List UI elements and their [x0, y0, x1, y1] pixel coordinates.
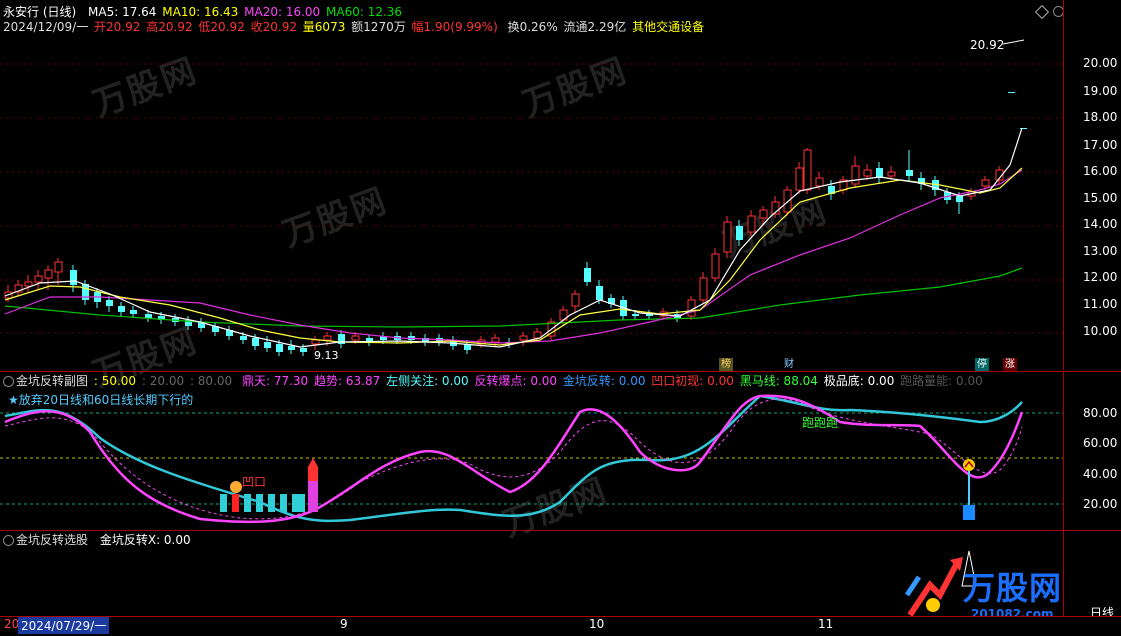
candle-body	[596, 286, 603, 300]
candle-body	[24, 281, 33, 287]
candle-body	[571, 293, 580, 307]
candle-body	[34, 275, 43, 283]
candle-body	[44, 269, 53, 279]
candle-body	[711, 253, 720, 279]
candle-body	[723, 221, 732, 253]
candle-body	[288, 346, 295, 350]
marker-bang[interactable]: 榜	[719, 358, 733, 372]
candle-body	[70, 270, 77, 285]
indicator1-tick: 80.00	[1083, 406, 1118, 420]
candle-body	[54, 261, 63, 273]
fanzhuan-bar-top	[308, 467, 318, 481]
bottom-time-axis	[0, 616, 1121, 636]
price-chart[interactable]	[0, 0, 1063, 370]
ma60-line	[4, 267, 1023, 328]
brand-name: 万股网	[963, 569, 1063, 607]
candle-body	[747, 215, 756, 233]
candle-body	[533, 331, 542, 339]
candle-body	[145, 314, 152, 318]
indicator1-chart[interactable]	[0, 372, 1063, 530]
candle-body	[252, 338, 259, 346]
jinkeng-bar	[963, 505, 975, 520]
price-tick: 14.00	[1083, 217, 1118, 231]
candle-body	[300, 348, 307, 352]
candle-body	[584, 268, 591, 282]
fanzhuan-bar	[308, 480, 318, 512]
zuoce-bar	[298, 494, 305, 512]
candle-body	[783, 189, 792, 213]
candle-body	[863, 169, 872, 177]
candle-body	[323, 335, 332, 341]
candle-body	[981, 179, 990, 187]
candle-body	[815, 177, 824, 187]
month-tick: 9	[340, 617, 348, 631]
zuoce-bar	[292, 494, 299, 512]
price-tick: 16.00	[1083, 164, 1118, 178]
candle-body	[118, 306, 125, 312]
paopao-label: 跑跑跑	[802, 416, 839, 430]
candle-body	[130, 310, 137, 314]
candle-body	[851, 165, 860, 185]
candle-body	[699, 277, 708, 301]
zuoce-bar	[280, 494, 287, 512]
indicator1-tick: 40.00	[1083, 467, 1118, 481]
up-arrow-icon	[308, 458, 318, 467]
price-tick: 12.00	[1083, 270, 1118, 284]
price-tick: 18.00	[1083, 110, 1118, 124]
indicator2-chart[interactable]	[0, 531, 1063, 616]
price-tick: 17.00	[1083, 138, 1118, 152]
indicator1-tick: 60.00	[1083, 436, 1118, 450]
price-tick: 10.00	[1083, 324, 1118, 338]
candle-body	[632, 314, 639, 316]
price-arrow	[1002, 39, 1025, 45]
start-date: 2024/07/29/一	[18, 617, 110, 634]
price-tick: 11.00	[1083, 297, 1118, 311]
candle-body	[1020, 128, 1027, 129]
candle-body	[1008, 92, 1015, 93]
ma20-line	[4, 169, 1023, 344]
price-tick: 19.00	[1083, 84, 1118, 98]
candle-body	[795, 167, 804, 191]
price-tick: 13.00	[1083, 244, 1118, 258]
aokou-label: 凹口	[242, 475, 267, 489]
candle-body	[803, 149, 812, 191]
aokou-icon	[230, 481, 242, 493]
axis-prefix: 20	[4, 617, 20, 631]
candle-body	[491, 337, 500, 343]
month-tick: 11	[818, 617, 834, 631]
candle-body	[519, 335, 528, 341]
candle-body	[106, 300, 113, 306]
price-tick: 15.00	[1083, 191, 1118, 205]
marker-cai[interactable]: 财	[782, 358, 796, 372]
candle-body	[736, 226, 743, 240]
candle-body	[956, 196, 963, 202]
candle-body	[240, 336, 247, 340]
qushi-line	[4, 394, 1024, 524]
candle-body	[351, 335, 360, 341]
candle-body	[887, 171, 896, 177]
marker-zhang[interactable]: 涨	[1003, 358, 1017, 372]
candle-body	[906, 170, 913, 176]
month-tick: 10	[589, 617, 605, 631]
ma5-line	[4, 127, 1023, 348]
candle-body	[276, 344, 283, 352]
candle-body	[311, 339, 320, 345]
candle-body	[759, 209, 768, 219]
price-tick: 20.00	[1083, 56, 1118, 70]
zuoce-bar	[220, 494, 227, 512]
marker-ting[interactable]: 停	[975, 358, 989, 372]
candle-body	[264, 342, 271, 348]
indicator1-tick: 20.00	[1083, 497, 1118, 511]
aokou-bar	[232, 494, 239, 512]
